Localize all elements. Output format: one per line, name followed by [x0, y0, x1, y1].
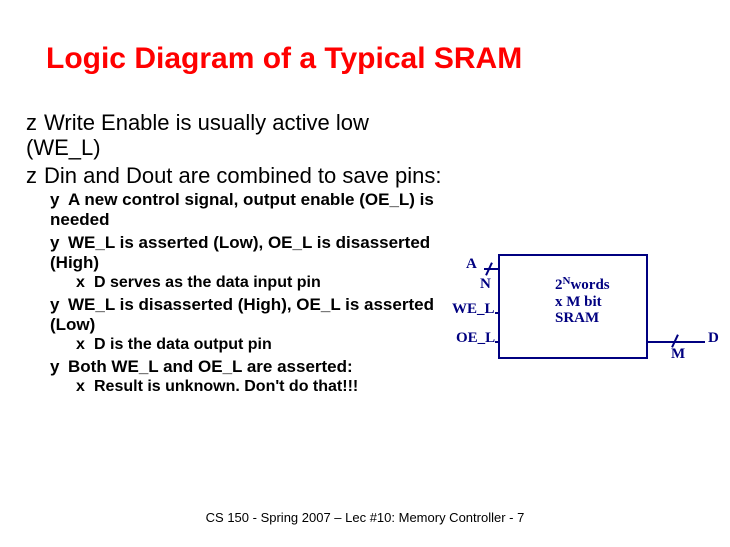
wire-D [648, 341, 705, 343]
bullet-level1: zDin and Dout are combined to save pins: [26, 163, 446, 188]
box-l1-pre: 2 [555, 277, 563, 293]
bullet-level3: xD serves as the data input pin [76, 273, 446, 292]
bullet-text: Din and Dout are combined to save pins: [44, 163, 441, 188]
bullet-text: Both WE_L and OE_L are asserted: [68, 357, 353, 376]
box-l3: SRAM [555, 310, 599, 326]
label-OE-L: OE_L [456, 330, 495, 347]
bullet-level2: yWE_L is asserted (Low), OE_L is disasse… [50, 233, 446, 274]
wire-OE [495, 341, 500, 343]
wire-WE [495, 312, 500, 314]
bullet-text: A new control signal, output enable (OE_… [50, 190, 434, 229]
sram-box-label: 2Nwords x M bit SRAM [555, 277, 610, 327]
bullet-text: WE_L is disasserted (High), OE_L is asse… [50, 295, 434, 334]
bullet-level1: zWrite Enable is usually active low (WE_… [26, 110, 446, 161]
bullet-level2: yWE_L is disasserted (High), OE_L is ass… [50, 295, 446, 336]
body-text: zWrite Enable is usually active low (WE_… [26, 110, 446, 396]
bullet-glyph-z: z [26, 163, 44, 188]
bullet-level3: xResult is unknown. Don't do that!!! [76, 377, 446, 396]
bullet-glyph-y: y [50, 190, 68, 210]
box-l1-post: words [570, 277, 609, 293]
box-l2: x M bit [555, 294, 602, 310]
bullet-glyph-z: z [26, 110, 44, 135]
label-D: D [708, 330, 719, 347]
box-l1-exp: N [563, 275, 571, 287]
bullet-text: Write Enable is usually active low (WE_L… [26, 110, 369, 160]
bullet-glyph-x: x [76, 377, 94, 396]
bullet-level2: yA new control signal, output enable (OE… [50, 190, 446, 231]
bullet-glyph-x: x [76, 335, 94, 354]
bullet-level3: xD is the data output pin [76, 335, 446, 354]
bullet-text: D serves as the data input pin [94, 274, 321, 291]
slide-title: Logic Diagram of a Typical SRAM [46, 42, 522, 76]
slide: Logic Diagram of a Typical SRAM zWrite E… [0, 0, 730, 547]
label-WE-L: WE_L [452, 301, 495, 318]
label-M: M [671, 346, 685, 363]
sram-diagram: 2Nwords x M bit SRAM A N WE_L OE_L D M [450, 254, 720, 374]
wire-A [484, 268, 498, 270]
bullet-glyph-y: y [50, 233, 68, 253]
bullet-text: D is the data output pin [94, 336, 272, 353]
bullet-text: Result is unknown. Don't do that!!! [94, 378, 358, 395]
slide-footer: CS 150 - Spring 2007 – Lec #10: Memory C… [0, 510, 730, 525]
bullet-glyph-y: y [50, 357, 68, 377]
bullet-glyph-y: y [50, 295, 68, 315]
bullet-level2: yBoth WE_L and OE_L are asserted: [50, 357, 446, 377]
label-N: N [480, 276, 491, 293]
bullet-glyph-x: x [76, 273, 94, 292]
bullet-text: WE_L is asserted (Low), OE_L is disasser… [50, 233, 430, 272]
label-A: A [466, 256, 477, 273]
